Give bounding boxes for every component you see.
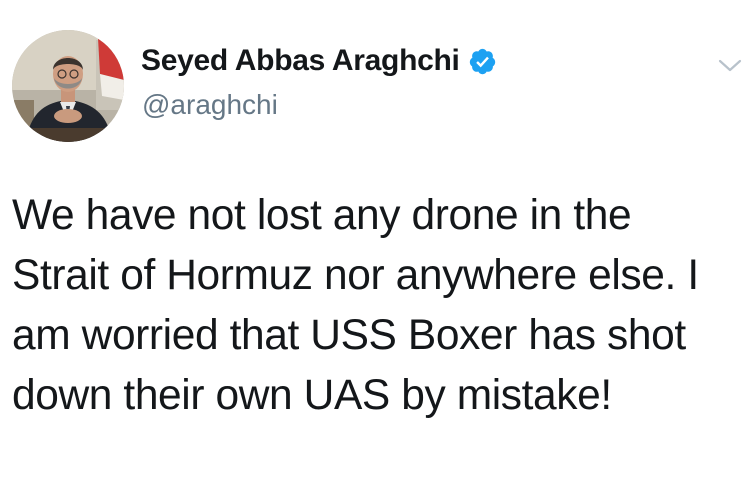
avatar[interactable] xyxy=(12,30,124,142)
avatar-photo xyxy=(12,30,124,142)
tweet-card: Seyed Abbas Araghchi @araghchi We have n… xyxy=(0,0,750,490)
author-display-name[interactable]: Seyed Abbas Araghchi xyxy=(141,44,460,78)
chevron-down-icon[interactable] xyxy=(717,57,743,75)
author-handle[interactable]: @araghchi xyxy=(142,89,278,121)
author-name-row: Seyed Abbas Araghchi xyxy=(141,44,497,78)
verified-badge-icon xyxy=(468,47,497,76)
tweet-text: We have not lost any drone in the Strait… xyxy=(12,192,699,419)
